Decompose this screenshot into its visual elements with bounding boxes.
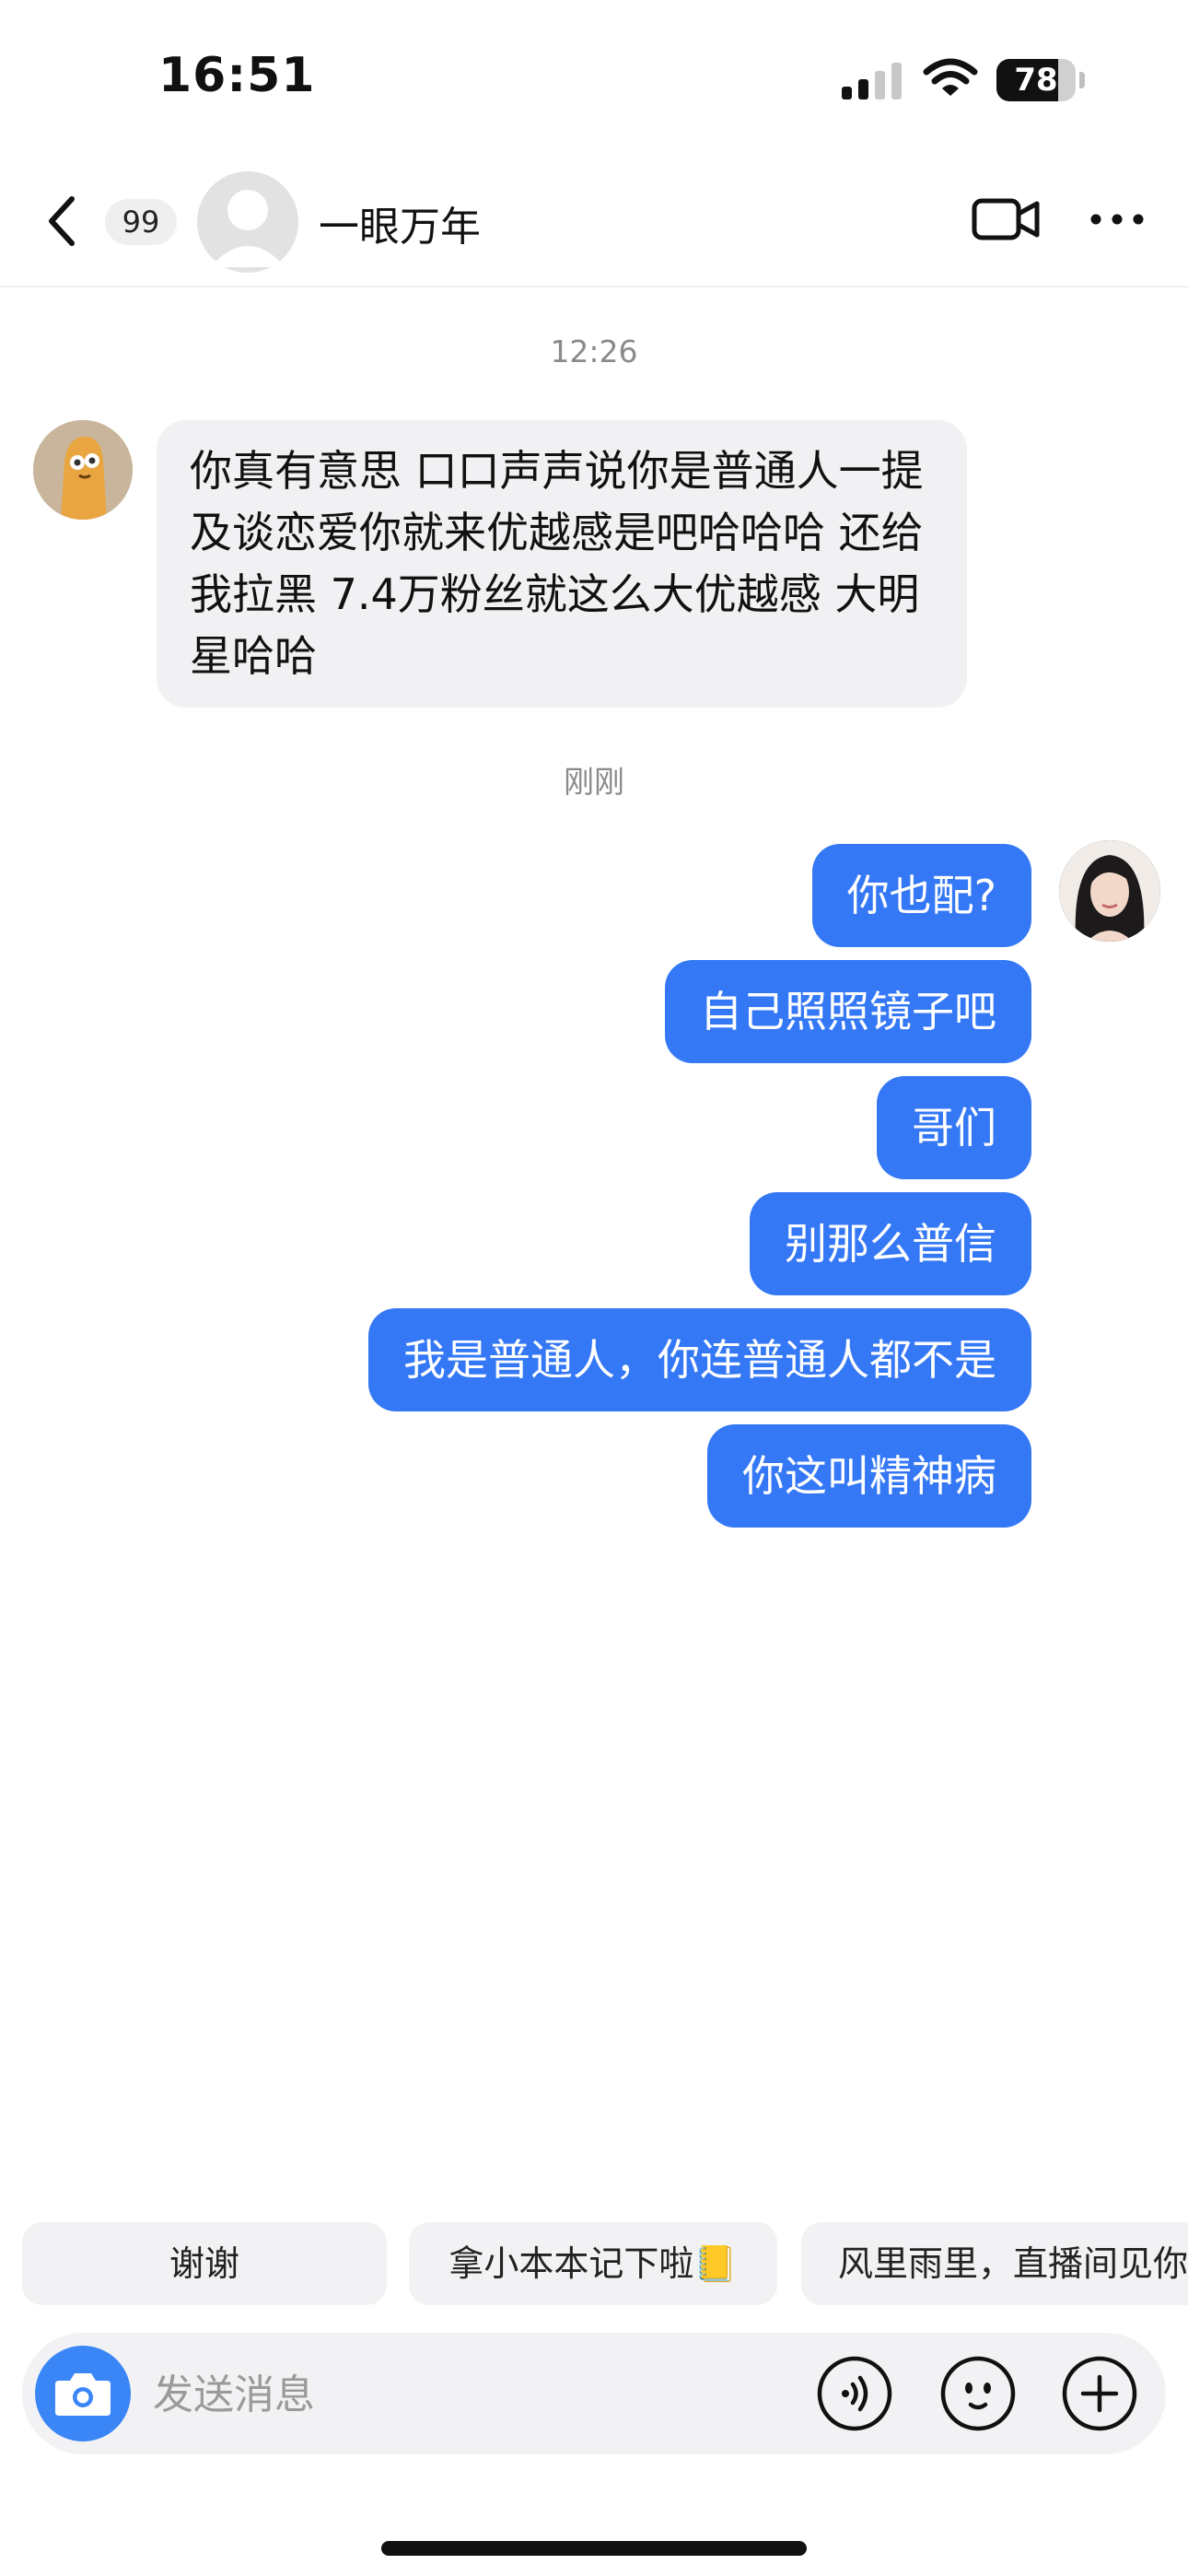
emoji-icon[interactable] bbox=[939, 2355, 1017, 2432]
sent-message-bubble[interactable]: 你这叫精神病 bbox=[707, 1424, 1031, 1528]
default-avatar-icon bbox=[210, 190, 285, 267]
camera-button[interactable] bbox=[35, 2346, 131, 2441]
camera-icon bbox=[55, 2373, 111, 2416]
message-input-bar bbox=[22, 2333, 1166, 2454]
back-arrow-icon[interactable] bbox=[37, 190, 92, 252]
home-indicator[interactable] bbox=[381, 2541, 807, 2556]
battery-tip bbox=[1079, 72, 1085, 88]
contact-name[interactable]: 一眼万年 bbox=[319, 193, 481, 252]
battery-indicator: 78 bbox=[996, 59, 1085, 101]
my-avatar[interactable] bbox=[1059, 840, 1160, 942]
wifi-icon bbox=[923, 58, 978, 96]
cellular-signal-icon bbox=[842, 63, 902, 100]
profile-photo-icon bbox=[1059, 840, 1160, 942]
message-timestamp: 12:26 bbox=[550, 334, 638, 369]
sent-message-bubble[interactable]: 自己照照镜子吧 bbox=[665, 960, 1031, 1063]
video-call-icon[interactable] bbox=[971, 192, 1041, 247]
message-timestamp: 刚刚 bbox=[564, 764, 624, 800]
plus-icon[interactable] bbox=[1061, 2355, 1138, 2432]
sent-message-bubble[interactable]: 我是普通人，你连普通人都不是 bbox=[368, 1308, 1031, 1411]
voice-icon[interactable] bbox=[816, 2355, 893, 2432]
message-input[interactable] bbox=[151, 2357, 818, 2432]
sent-message-bubble[interactable]: 你也配? bbox=[811, 844, 1031, 947]
status-time: 16:51 bbox=[158, 48, 316, 103]
status-bar: 16:51 78 bbox=[0, 0, 1188, 157]
battery-body: 78 bbox=[996, 59, 1076, 101]
quick-reply-chip[interactable]: 拿小本本记下啦📒 bbox=[409, 2222, 777, 2305]
quick-reply-chip[interactable]: 风里雨里，直播间见你 bbox=[801, 2222, 1188, 2305]
battery-percent: 78 bbox=[1014, 62, 1058, 99]
more-icon[interactable] bbox=[1087, 193, 1147, 245]
sent-message-bubble[interactable]: 别那么普信 bbox=[750, 1192, 1031, 1295]
quick-reply-chip[interactable]: 谢谢 bbox=[22, 2222, 387, 2305]
received-message-bubble[interactable]: 你真有意思 口口声声说你是普通人一提及谈恋爱你就来优越感是吧哈哈哈 还给我拉黑 … bbox=[157, 420, 967, 708]
unread-count-badge[interactable]: 99 bbox=[105, 199, 177, 245]
cartoon-avatar-icon bbox=[33, 420, 133, 520]
quick-reply-bar: 谢谢 拿小本本记下啦📒 风里雨里，直播间见你 bbox=[0, 2222, 1188, 2307]
chat-header: 99 一眼万年 bbox=[0, 157, 1188, 287]
sent-message-bubble[interactable]: 哥们 bbox=[877, 1076, 1031, 1179]
sender-avatar[interactable] bbox=[33, 420, 133, 520]
contact-avatar[interactable] bbox=[197, 171, 298, 273]
